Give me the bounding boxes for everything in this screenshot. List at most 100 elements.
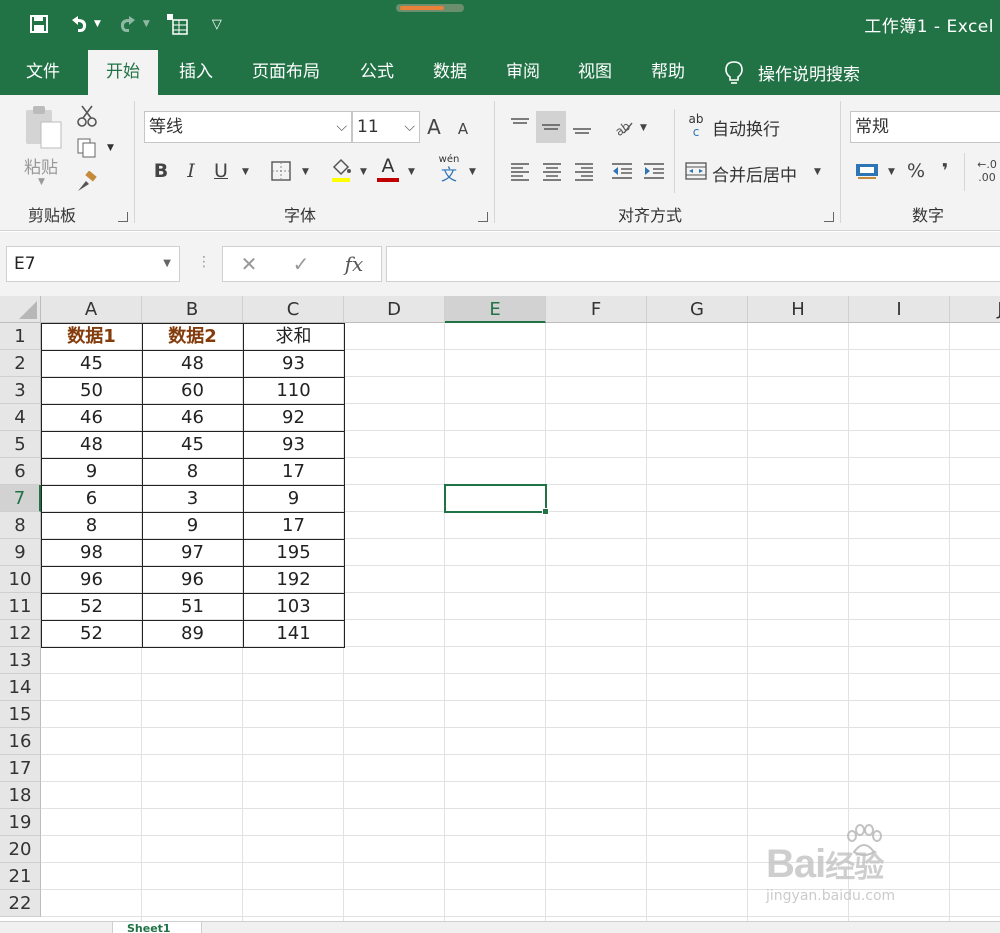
italic-button[interactable]: I [180,157,202,185]
row-header-19[interactable]: 19 [0,809,41,836]
row-header-18[interactable]: 18 [0,782,41,809]
insert-function-button[interactable]: fx [345,252,364,276]
row-header-9[interactable]: 9 [0,539,41,566]
row-header-10[interactable]: 10 [0,566,41,593]
column-header-G[interactable]: G [647,296,748,323]
align-top-icon[interactable] [506,111,534,141]
font-name-select[interactable]: 等线 ⌵ [144,111,352,143]
form-icon[interactable] [164,10,190,38]
row-header-20[interactable]: 20 [0,836,41,863]
paste-icon[interactable] [22,103,66,151]
phonetic-icon[interactable]: wén 文 [434,153,464,185]
row-header-13[interactable]: 13 [0,647,41,674]
column-header-J[interactable]: J [950,296,1000,323]
undo-dropdown-icon[interactable]: ▼ [94,19,101,29]
borders-icon[interactable] [268,157,294,185]
row-header-1[interactable]: 1 [0,323,41,350]
comma-style-button[interactable]: ❜ [936,157,954,185]
font-color-dropdown-icon[interactable]: ▼ [408,167,415,177]
row-header-17[interactable]: 17 [0,755,41,782]
merge-center-icon[interactable] [684,157,708,185]
tab-home[interactable]: 开始 [88,50,158,95]
cancel-icon[interactable]: ✕ [241,252,258,276]
column-header-H[interactable]: H [748,296,849,323]
paste-dropdown-icon[interactable]: ▼ [38,177,45,187]
underline-button[interactable]: U [210,157,232,185]
font-launcher-icon[interactable] [478,212,488,222]
row-header-6[interactable]: 6 [0,458,41,485]
row-header-14[interactable]: 14 [0,674,41,701]
row-header-2[interactable]: 2 [0,350,41,377]
row-header-3[interactable]: 3 [0,377,41,404]
percent-button[interactable]: % [904,157,928,185]
bold-button[interactable]: B [150,157,172,185]
merge-dropdown-icon[interactable]: ▼ [814,167,821,177]
underline-dropdown-icon[interactable]: ▼ [242,167,249,177]
tab-formulas[interactable]: 公式 [348,50,406,95]
number-format-select[interactable]: 常规 [850,111,1000,143]
align-bottom-icon[interactable] [568,111,596,141]
sheet-tab[interactable]: Sheet1 [112,922,202,933]
name-box[interactable]: E7 ▼ [6,246,180,282]
tab-page-layout[interactable]: 页面布局 [240,50,332,95]
splitter-handle[interactable]: ⋮ [197,254,211,270]
align-right-icon[interactable] [570,157,598,185]
orientation-icon[interactable]: ab [610,113,636,141]
column-header-F[interactable]: F [546,296,647,323]
row-header-21[interactable]: 21 [0,863,41,890]
copy-icon[interactable] [74,135,100,161]
font-color-icon[interactable]: A [376,153,400,185]
row-header-5[interactable]: 5 [0,431,41,458]
fill-color-dropdown-icon[interactable]: ▼ [360,167,367,177]
wrap-text-button[interactable]: 自动换行 [712,115,780,140]
increase-decimal-icon[interactable]: ←.0 .00 [972,155,1000,187]
redo-icon[interactable] [115,10,141,38]
fill-color-icon[interactable] [328,155,354,185]
tab-help[interactable]: 帮助 [638,50,698,95]
copy-dropdown-icon[interactable]: ▼ [107,143,114,153]
cut-icon[interactable] [74,103,100,129]
formula-input[interactable] [386,246,1000,282]
tab-data[interactable]: 数据 [420,50,480,95]
align-left-icon[interactable] [506,157,534,185]
accounting-dropdown-icon[interactable]: ▼ [888,167,895,177]
column-header-E[interactable]: E [445,296,546,323]
align-center-icon[interactable] [538,157,566,185]
redo-dropdown-icon[interactable]: ▼ [143,19,150,29]
accounting-format-icon[interactable] [852,157,882,185]
align-middle-icon[interactable] [536,111,566,143]
borders-dropdown-icon[interactable]: ▼ [302,167,309,177]
customize-qat-icon[interactable]: ▽ [204,10,230,38]
row-header-7[interactable]: 7 [0,485,41,512]
touch-handle[interactable] [396,4,464,12]
phonetic-dropdown-icon[interactable]: ▼ [469,167,476,177]
column-header-I[interactable]: I [849,296,950,323]
paste-label[interactable]: 粘贴 [24,153,58,178]
format-painter-icon[interactable] [74,169,100,195]
row-header-4[interactable]: 4 [0,404,41,431]
row-header-16[interactable]: 16 [0,728,41,755]
tab-review[interactable]: 审阅 [494,50,552,95]
row-header-12[interactable]: 12 [0,620,41,647]
alignment-launcher-icon[interactable] [824,212,834,222]
increase-indent-icon[interactable] [640,157,668,185]
column-header-A[interactable]: A [41,296,142,323]
orientation-dropdown-icon[interactable]: ▼ [640,123,647,133]
name-box-dropdown-icon[interactable]: ▼ [163,247,171,281]
row-header-11[interactable]: 11 [0,593,41,620]
enter-icon[interactable]: ✓ [293,252,310,276]
active-cell-selection[interactable] [444,484,549,515]
merge-center-button[interactable]: 合并后居中 [712,161,797,186]
tab-view[interactable]: 视图 [566,50,624,95]
tell-me-search[interactable]: 操作说明搜索 [724,50,860,95]
clipboard-launcher-icon[interactable] [118,212,128,222]
row-header-22[interactable]: 22 [0,890,41,917]
select-all-button[interactable] [0,296,41,323]
save-icon[interactable] [26,10,52,38]
column-header-D[interactable]: D [344,296,445,323]
wrap-text-icon[interactable]: ab c [684,111,708,141]
row-header-15[interactable]: 15 [0,701,41,728]
decrease-indent-icon[interactable] [608,157,636,185]
font-size-select[interactable]: 11 ⌵ [352,111,420,143]
column-header-C[interactable]: C [243,296,344,323]
